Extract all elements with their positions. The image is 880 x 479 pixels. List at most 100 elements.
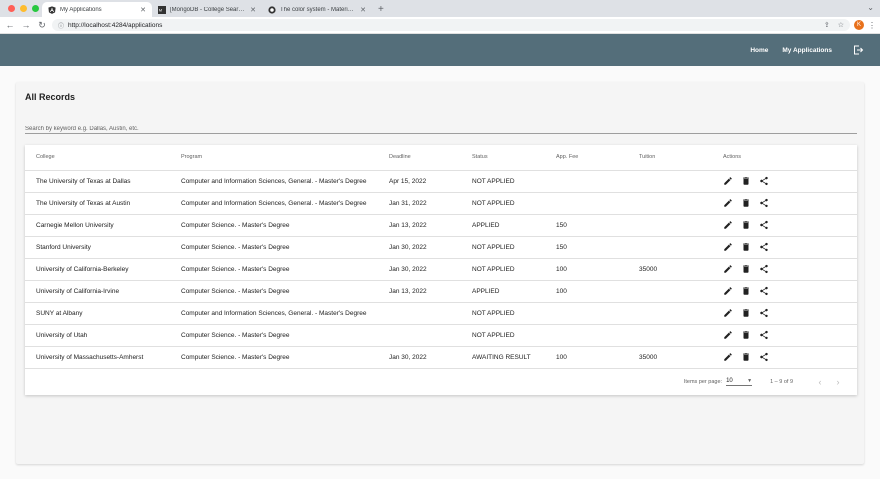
tuition-cell [639,236,723,259]
delete-icon[interactable] [741,330,751,340]
status-cell: NOT APPLIED [472,324,556,347]
actions-cell [723,170,857,193]
deadline-cell [389,302,472,325]
table-row[interactable]: SUNY at Albany Computer and Information S… [25,302,857,325]
table-row[interactable]: University of California-Berkeley Compute… [25,258,857,281]
delete-icon[interactable] [741,286,751,296]
app-fee-cell [556,302,639,325]
column-header-deadline: Deadline [389,145,472,171]
my-applications-link[interactable]: My Applications [782,47,832,54]
close-tab-icon[interactable]: ✕ [140,6,146,14]
tab-search-chevron-icon[interactable]: ⌄ [867,3,874,12]
edit-icon[interactable] [723,264,733,274]
search-input[interactable] [25,120,857,134]
delete-icon[interactable] [741,176,751,186]
share-icon[interactable] [759,308,769,318]
bookmark-star-icon[interactable]: ☆ [838,21,844,29]
records-card: All Records College Program Deadline Sta… [16,82,864,464]
home-link[interactable]: Home [750,47,768,54]
app-fee-cell [556,324,639,347]
tuition-cell [639,302,723,325]
app-fee-cell [556,192,639,215]
delete-icon[interactable] [741,352,751,362]
column-header-college: College [25,145,181,171]
url-field[interactable]: ⓘ http://localhost:4284/applications ⇪ ☆ [52,19,850,31]
browser-menu-icon[interactable]: ⋮ [868,21,876,30]
close-tab-icon[interactable]: ✕ [250,6,256,14]
previous-page-button[interactable]: ‹ [811,377,829,387]
table-row[interactable]: Stanford University Computer Science. - M… [25,236,857,259]
table-header-row: College Program Deadline Status App. Fee… [25,145,857,171]
maximize-window-button[interactable] [32,5,39,12]
table-row[interactable]: University of Massachusetts-Amherst Compu… [25,346,857,369]
column-header-app-fee: App. Fee [556,145,639,171]
app-fee-cell: 150 [556,236,639,259]
program-cell: Computer Science. - Master's Degree [181,214,389,237]
actions-cell [723,280,857,303]
edit-icon[interactable] [723,176,733,186]
tuition-cell [639,170,723,193]
edit-icon[interactable] [723,308,733,318]
column-header-program: Program [181,145,389,171]
college-cell: The University of Texas at Austin [25,192,181,215]
share-icon[interactable] [759,352,769,362]
minimize-window-button[interactable] [20,5,27,12]
share-icon[interactable] [759,198,769,208]
edit-icon[interactable] [723,352,733,362]
delete-icon[interactable] [741,220,751,230]
profile-avatar[interactable]: K [854,20,864,30]
window-controls [8,5,39,12]
browser-tab-strip: My Applications ✕ M [MongoDB - College S… [0,0,880,17]
table-row[interactable]: University of Utah Computer Science. - Ma… [25,324,857,347]
status-cell: APPLIED [472,214,556,237]
table-row[interactable]: The University of Texas at Austin Compute… [25,192,857,215]
deadline-cell: Jan 30, 2022 [389,346,472,369]
forward-arrow-icon[interactable]: → [20,20,32,30]
app-fee-cell: 100 [556,346,639,369]
share-icon[interactable] [759,330,769,340]
browser-tab-mongodb[interactable]: M [MongoDB - College Search M ✕ [152,2,262,17]
actions-cell [723,214,857,237]
logout-icon[interactable] [852,44,864,56]
tuition-cell [639,280,723,303]
delete-icon[interactable] [741,264,751,274]
share-icon[interactable] [759,220,769,230]
edit-icon[interactable] [723,286,733,296]
delete-icon[interactable] [741,242,751,252]
tuition-cell [639,324,723,347]
status-cell: NOT APPLIED [472,258,556,281]
deadline-cell: Jan 31, 2022 [389,192,472,215]
share-icon[interactable] [759,264,769,274]
deadline-cell: Jan 13, 2022 [389,214,472,237]
status-cell: NOT APPLIED [472,236,556,259]
share-icon[interactable] [759,242,769,252]
actions-cell [723,258,857,281]
share-page-icon[interactable]: ⇪ [824,21,830,29]
new-tab-button[interactable]: + [372,2,390,17]
edit-icon[interactable] [723,198,733,208]
table-row[interactable]: The University of Texas at Dallas Compute… [25,170,857,193]
share-icon[interactable] [759,286,769,296]
edit-icon[interactable] [723,220,733,230]
delete-icon[interactable] [741,198,751,208]
edit-icon[interactable] [723,242,733,252]
browser-tab-my-applications[interactable]: My Applications ✕ [42,2,152,17]
actions-cell [723,302,857,325]
deadline-cell: Jan 13, 2022 [389,280,472,303]
close-tab-icon[interactable]: ✕ [360,6,366,14]
site-info-icon[interactable]: ⓘ [58,21,64,30]
table-row[interactable]: Carnegie Mellon University Computer Scien… [25,214,857,237]
reload-icon[interactable]: ↻ [36,20,48,31]
edit-icon[interactable] [723,330,733,340]
tab-label: My Applications [60,6,102,13]
close-window-button[interactable] [8,5,15,12]
share-icon[interactable] [759,176,769,186]
items-per-page-select[interactable]: 10 ▼ [726,378,753,386]
college-cell: Stanford University [25,236,181,259]
table-row[interactable]: University of California-Irvine Computer … [25,280,857,303]
next-page-button[interactable]: › [829,377,847,387]
delete-icon[interactable] [741,308,751,318]
browser-tab-material[interactable]: The color system - Material De ✕ [262,2,372,17]
back-arrow-icon[interactable]: ← [4,20,16,30]
app-fee-cell: 100 [556,258,639,281]
